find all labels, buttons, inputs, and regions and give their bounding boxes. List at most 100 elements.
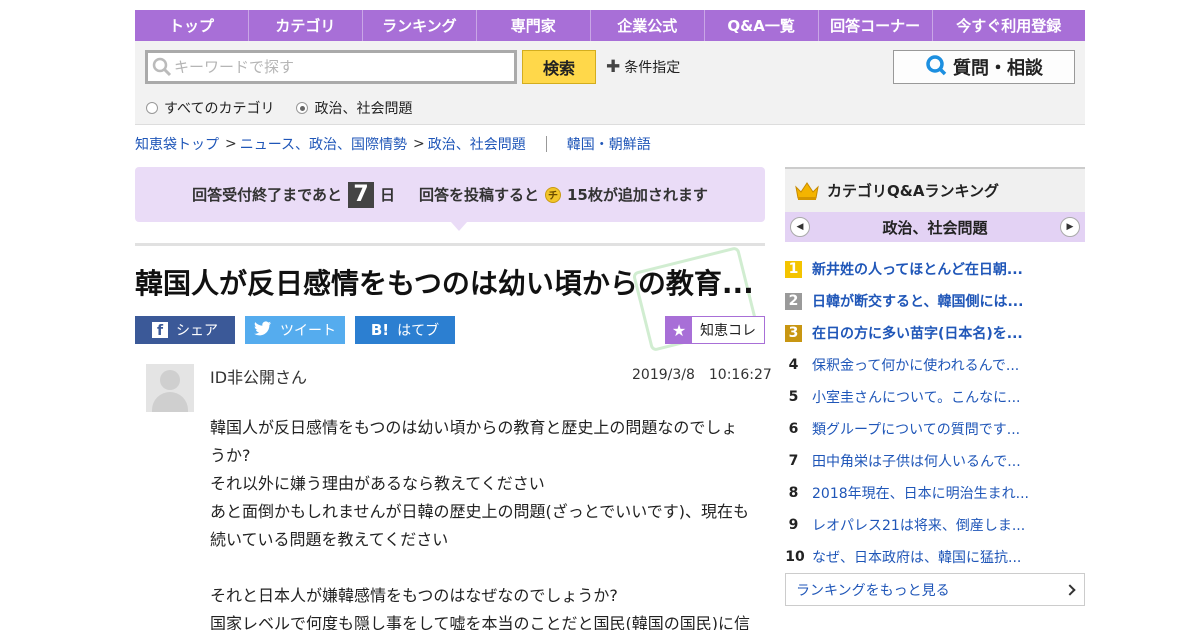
breadcrumb-separator: > (225, 136, 237, 152)
ranking-item[interactable]: 1 新井姓の人ってほとんど在日朝... (785, 253, 1085, 285)
ranking-link[interactable]: 新井姓の人ってほとんど在日朝... (812, 259, 1023, 279)
search-band: 検索 ✚ 条件指定 質問・相談 すべてのカテゴリ 政治、社会問題 (135, 41, 1085, 125)
condition-label: 条件指定 (624, 60, 681, 76)
breadcrumb-top[interactable]: 知恵袋トップ (135, 134, 219, 154)
ranking-category-bar: ◀ 政治、社会問題 ▶ (785, 212, 1085, 242)
condition-toggle[interactable]: ✚ 条件指定 (606, 57, 680, 77)
question-author: ID非公開さん (210, 368, 308, 387)
rank-number: 6 (788, 421, 799, 437)
ranking-item[interactable]: 2 日韓が断交すると、韓国側には... (785, 285, 1085, 317)
ranking-item[interactable]: 4 保釈金って何かに使われるんで... (785, 349, 1085, 381)
radio-icon (146, 102, 158, 114)
ranking-item[interactable]: 5 小室圭さんについて。こんなに... (785, 381, 1085, 413)
nav-official[interactable]: 企業公式 (591, 10, 705, 41)
q-logo-icon (925, 54, 947, 81)
breadcrumb-separator: > (413, 136, 425, 152)
ranking-link[interactable]: 田中角栄は子供は何人いるんで... (812, 451, 1021, 471)
ranking-link[interactable]: レオパレス21は将来、倒産しま... (812, 515, 1025, 535)
rank-number: 10 (785, 549, 805, 565)
breadcrumb-politics[interactable]: 政治、社会問題 (428, 134, 526, 154)
question-line: それ以外に嫌う理由があるなら教えてください (210, 474, 545, 493)
nav-qa-list[interactable]: Q&A一覧 (705, 10, 819, 41)
breadcrumb-tag[interactable]: 韓国・朝鮮語 (567, 134, 651, 154)
question-line: うか? (210, 446, 251, 465)
ranking-link[interactable]: 類グループについての質問です... (812, 419, 1020, 439)
ranking-item[interactable]: 3 在日の方に多い苗字(日本名)を... (785, 317, 1085, 349)
nav-register[interactable]: 今すぐ利用登録 (933, 10, 1085, 41)
ranking-item[interactable]: 6 類グループについての質問です... (785, 413, 1085, 445)
search-button[interactable]: 検索 (522, 50, 596, 84)
prev-category-button[interactable]: ◀ (790, 217, 810, 237)
question-line: それと日本人が嫌韓感情をもつのはなぜなのでしょうか? (210, 586, 618, 605)
ranking-item[interactable]: 7 田中角栄は子供は何人いるんで... (785, 445, 1085, 477)
question-title: 韓国人が反日感情をもつのは幼い頃からの教育... (135, 267, 754, 300)
section-divider (135, 243, 765, 246)
question-line: 続いている問題を教えてください (210, 530, 449, 549)
ask-question-button[interactable]: 質問・相談 (893, 50, 1075, 84)
facebook-label: シェア (176, 323, 218, 339)
chiekore-label: 知恵コレ (700, 323, 756, 339)
hatena-label: はてブ (397, 323, 440, 339)
nav-category[interactable]: カテゴリ (249, 10, 363, 41)
question-line: あと面倒かもしれませんが日韓の歴史上の問題(ざっとでいいです)、現在も (210, 502, 750, 521)
question-line (210, 554, 755, 582)
rank-number: 4 (788, 357, 799, 373)
more-ranking-label: ランキングをもっと見る (796, 582, 950, 599)
ranking-link[interactable]: 在日の方に多い苗字(日本名)を... (812, 323, 1023, 343)
rank-number: 5 (788, 389, 799, 405)
ranking-list: 1 新井姓の人ってほとんど在日朝... 2 日韓が断交すると、韓国側には... … (785, 253, 1085, 573)
ranking-item[interactable]: 10 なぜ、日本政府は、韓国に猛抗... (785, 541, 1085, 573)
notice-day-unit: 日 (379, 186, 395, 204)
ranking-link[interactable]: なぜ、日本政府は、韓国に猛抗... (812, 547, 1021, 567)
ranking-link[interactable]: 保釈金って何かに使われるんで... (812, 355, 1019, 375)
ranking-category: 政治、社会問題 (882, 218, 988, 237)
star-icon: ★ (666, 317, 692, 343)
plus-icon: ✚ (606, 57, 621, 77)
facebook-share-button[interactable]: f シェア (135, 316, 235, 344)
breadcrumb-news[interactable]: ニュース、政治、国際情勢 (240, 134, 407, 154)
rank-number: 9 (788, 517, 799, 533)
category-scope: すべてのカテゴリ 政治、社会問題 (146, 98, 412, 118)
radio-current-category[interactable]: 政治、社会問題 (296, 98, 412, 118)
radio-label: すべてのカテゴリ (164, 101, 275, 117)
search-icon (152, 57, 172, 77)
notice-middle: 回答を投稿すると (418, 186, 539, 204)
ask-question-label: 質問・相談 (953, 58, 1043, 79)
next-category-button[interactable]: ▶ (1060, 217, 1080, 237)
ranking-link[interactable]: 日韓が断交すると、韓国側には... (812, 291, 1023, 311)
rank-number: 8 (788, 485, 799, 501)
nav-top[interactable]: トップ (135, 10, 249, 41)
ranking-link[interactable]: 小室圭さんについて。こんなに... (812, 387, 1021, 407)
deadline-notice: 回答受付終了まであと 7 日 回答を投稿すると チ 15枚が追加されます (135, 167, 765, 231)
rank-number: 3 (785, 324, 802, 342)
avatar (146, 364, 194, 412)
nav-answer-corner[interactable]: 回答コーナー (819, 10, 933, 41)
ranking-link[interactable]: 2018年現在、日本に明治生まれ... (812, 483, 1029, 503)
twitter-icon (254, 320, 272, 340)
days-remaining: 7 (347, 181, 374, 208)
facebook-icon: f (152, 322, 168, 338)
question-date: 2019/3/8 10:16:27 (632, 367, 772, 383)
ranking-item[interactable]: 9 レオパレス21は将来、倒産しま... (785, 509, 1085, 541)
ranking-header: カテゴリQ&Aランキング (785, 167, 1085, 212)
rank-number: 1 (785, 260, 802, 278)
radio-all-categories[interactable]: すべてのカテゴリ (146, 98, 274, 118)
ranking-item[interactable]: 8 2018年現在、日本に明治生まれ... (785, 477, 1085, 509)
coin-icon: チ (545, 186, 561, 203)
twitter-share-button[interactable]: ツイート (245, 316, 345, 344)
notice-before: 回答受付終了まであと (192, 186, 342, 204)
question-line: 韓国人が反日感情をもつのは幼い頃からの教育と歴史上の問題なのでしょ (210, 418, 738, 437)
question-line: 国家レベルで何度も隠し事をして嘘を本当のことだと国民(韓国の国民)に信 (210, 614, 751, 630)
search-input[interactable] (174, 58, 504, 76)
more-ranking-link[interactable]: ランキングをもっと見る (785, 573, 1085, 606)
question-body: 韓国人が反日感情をもつのは幼い頃からの教育と歴史上の問題なのでしょ うか? それ… (210, 414, 755, 630)
chiekore-button[interactable]: ★ 知恵コレ (665, 316, 765, 344)
twitter-label: ツイート (280, 323, 336, 339)
nav-expert[interactable]: 専門家 (477, 10, 591, 41)
hatena-bookmark-button[interactable]: B! はてブ (355, 316, 455, 344)
chevron-right-icon (1064, 583, 1076, 596)
nav-ranking[interactable]: ランキング (363, 10, 477, 41)
rank-number: 7 (788, 453, 799, 469)
search-box (145, 50, 517, 84)
rank-number: 2 (785, 292, 802, 310)
